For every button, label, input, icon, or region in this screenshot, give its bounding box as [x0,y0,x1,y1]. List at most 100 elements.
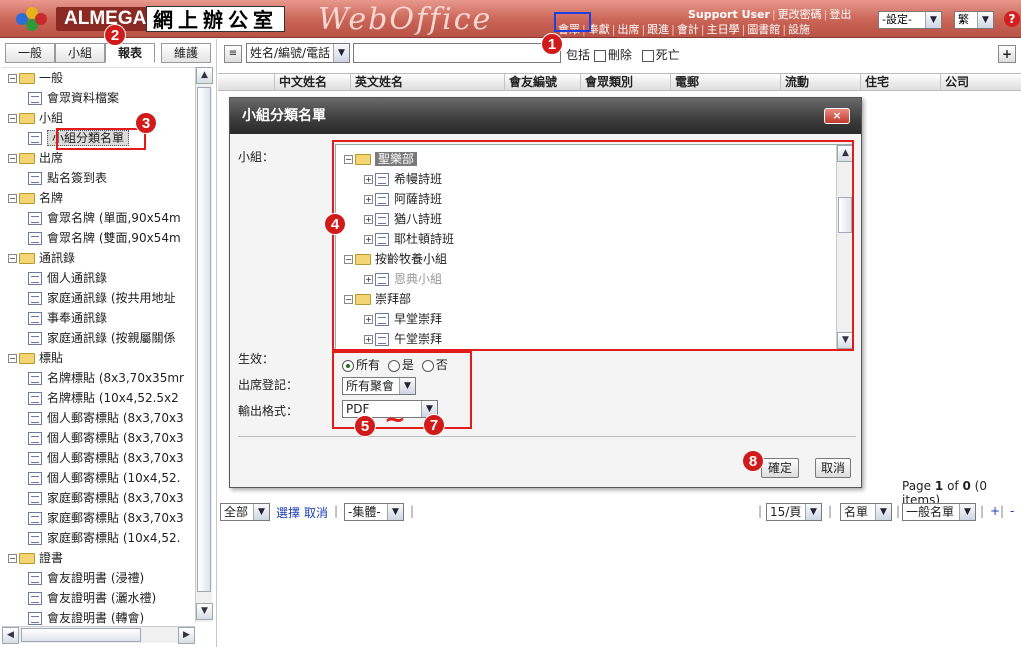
report-tree-hscrollbar[interactable]: ◀ ▶ [2,626,195,644]
tree-report-item[interactable]: 個人郵寄標貼 (8x3,70x3 [28,428,184,448]
tree-report-item[interactable]: 會眾名牌 (單面,90x54m [28,208,181,228]
tree-label: 個人通訊錄 [47,271,108,285]
col-member-type[interactable]: 會眾類別 [580,74,633,91]
tree-report-item[interactable]: 家庭郵寄標貼 (8x3,70x3 [28,488,184,508]
collapse-icon[interactable]: − [8,194,17,203]
scroll-down-icon[interactable]: ▼ [196,603,213,620]
tree-report-item[interactable]: 事奉通訊錄 [28,308,107,328]
tree-folder[interactable]: − 證書 [8,548,63,568]
tree-folder[interactable]: − 小組 [8,108,63,128]
tree-report-item[interactable]: 點名簽到表 [28,168,107,188]
logout-link[interactable]: 登出 [829,8,851,21]
nav-followup[interactable]: 跟進 [647,23,669,36]
tree-report-item[interactable]: 個人郵寄標貼 (10x4,52. [28,468,180,488]
tree-folder[interactable]: − 一般 [8,68,63,88]
cancel-selection-link[interactable]: 取消 [304,504,328,521]
ok-button[interactable]: 確定 [761,458,799,478]
deleted-checkbox[interactable] [593,49,606,62]
add-member-button[interactable]: + [998,45,1016,63]
help-icon[interactable]: ? [1004,11,1020,27]
tree-report-item[interactable]: 個人通訊錄 [28,268,107,288]
col-member-id[interactable]: 會友編號 [504,74,557,91]
collapse-panel-icon[interactable]: ≡ [224,45,242,63]
nav-library[interactable]: 圖書館 [747,23,780,36]
tab-groups[interactable]: 小組 [55,43,105,63]
col-mobile[interactable]: 流動 [780,74,809,91]
tree-report-item[interactable]: 會友證明書 (灑水禮) [28,588,156,608]
general-list-select[interactable]: 一般名單 ▼ [902,503,976,521]
tree-folder[interactable]: − 通訊錄 [8,248,75,268]
tree-report-item[interactable]: 個人郵寄標貼 (8x3,70x3 [28,408,184,428]
tree-folder[interactable]: − 出席 [8,148,63,168]
tab-maintenance[interactable]: 維護 [161,43,211,63]
report-icon [28,492,42,505]
scroll-thumb[interactable] [197,87,211,592]
close-icon[interactable]: × [824,108,850,124]
report-icon [28,432,42,445]
collapse-icon[interactable]: − [8,114,17,123]
chevron-down-icon: ▼ [959,504,975,520]
collapse-icon[interactable]: − [8,354,17,363]
scope-select[interactable]: 全部 ▼ [220,503,270,521]
tree-report-item[interactable]: 會眾資料檔案 [28,88,119,108]
report-icon [28,512,42,525]
annotation-badge-5: 5 [354,415,376,437]
tree-folder[interactable]: − 名牌 [8,188,63,208]
tab-general[interactable]: 一般 [5,43,55,63]
nav-offering[interactable]: 奉獻 [588,23,610,36]
collapse-icon[interactable]: − [8,74,17,83]
add-list-link[interactable]: + [990,504,1000,518]
col-english-name[interactable]: 英文姓名 [350,74,403,91]
collapse-icon[interactable]: − [8,554,17,563]
report-icon [28,172,42,185]
collapse-icon[interactable]: − [8,154,17,163]
tree-report-item[interactable]: 家庭郵寄標貼 (8x3,70x3 [28,508,184,528]
tree-report-item[interactable]: 會眾名牌 (雙面,90x54m [28,228,181,248]
col-chinese-name[interactable]: 中文姓名 [274,74,327,91]
list-select[interactable]: 名單 ▼ [840,503,892,521]
col-company[interactable]: 公司 [940,74,969,91]
tree-label: 會友證明書 (轉會) [47,611,145,625]
tree-label: 家庭郵寄標貼 (8x3,70x3 [47,511,184,525]
hscroll-thumb[interactable] [21,628,141,642]
settings-select[interactable]: -設定- ▼ [878,11,942,29]
tree-report-item[interactable]: 名牌標貼 (8x3,70x35mr [28,368,184,388]
search-input[interactable] [353,43,561,63]
tree-label: 名牌標貼 (10x4,52.5x2 [47,391,179,405]
folder-icon [19,113,35,124]
tree-report-item[interactable]: 會友證明書 (浸禮) [28,568,144,588]
scroll-left-icon[interactable]: ◀ [2,627,19,644]
tree-label: 會友證明書 (灑水禮) [47,591,157,605]
tree-report-item[interactable]: 家庭通訊錄 (按親屬關係 [28,328,176,348]
collapse-icon[interactable]: − [8,254,17,263]
scroll-right-icon[interactable]: ▶ [178,627,195,644]
tab-reports[interactable]: 報表 [105,43,155,63]
scroll-up-icon[interactable]: ▲ [196,67,213,84]
cancel-button[interactable]: 取消 [815,458,851,478]
group-select[interactable]: -集體- ▼ [344,503,404,521]
chevron-down-icon: ▼ [977,12,993,28]
report-tree-scrollbar[interactable]: ▲ ▼ [195,67,213,622]
language-select[interactable]: 繁 ▼ [954,11,994,29]
nav-sunday-school[interactable]: 主日學 [707,23,740,36]
nav-facilities[interactable]: 設施 [788,23,810,36]
tree-report-item[interactable]: 名牌標貼 (10x4,52.5x2 [28,388,179,408]
tree-label: 證書 [39,551,64,565]
tree-report-item[interactable]: 個人郵寄標貼 (8x3,70x3 [28,448,184,468]
col-email[interactable]: 電郵 [670,74,699,91]
tree-report-item[interactable]: 家庭郵寄標貼 (10x4,52. [28,528,180,548]
tree-report-item[interactable]: 會友證明書 (轉會) [28,608,144,627]
pager-page: 1 [934,479,944,493]
nav-attendance[interactable]: 出席 [617,23,639,36]
change-password-link[interactable]: 更改密碼 [778,8,822,21]
nav-accounting[interactable]: 會計 [677,23,699,36]
per-page-select[interactable]: 15/頁 ▼ [766,503,822,521]
deceased-checkbox[interactable] [641,49,654,62]
remove-list-link[interactable]: - [1010,504,1014,518]
search-field-select[interactable]: 姓名/編號/電話 ▼ [246,43,350,63]
tree-folder[interactable]: − 標貼 [8,348,63,368]
user-name: Support User [688,8,770,21]
select-all-link[interactable]: 選擇 [276,504,300,521]
col-home[interactable]: 住宅 [860,74,889,91]
tree-report-item[interactable]: 家庭通訊錄 (按共用地址 [28,288,176,308]
